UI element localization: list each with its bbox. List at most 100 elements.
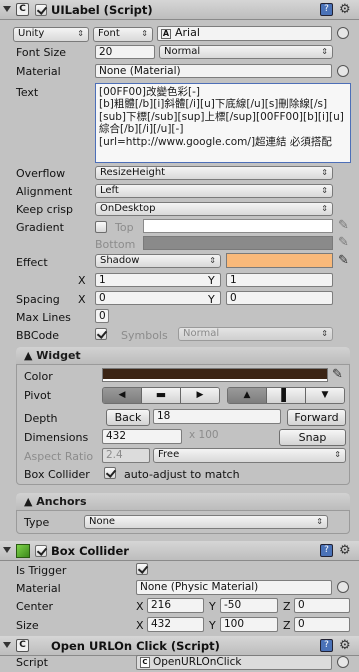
istrigger-label: Is Trigger — [16, 564, 67, 577]
openurl-header[interactable]: C Open URLOn Click (Script) ? ⚙ — [0, 636, 359, 656]
snap-button[interactable]: Snap — [279, 429, 346, 446]
material-picker-icon[interactable] — [337, 65, 349, 77]
help-book-icon[interactable]: ? — [320, 639, 333, 652]
eyedropper-icon[interactable]: ✎ — [338, 235, 349, 250]
dimensions-width-input[interactable]: 432 — [102, 429, 182, 444]
pivot-left-arrow-icon[interactable]: ◀ — [103, 388, 142, 403]
symbols-dropdown[interactable]: Normal ⇕ — [178, 327, 333, 341]
text-label: Text — [16, 86, 39, 99]
boxcollider-header[interactable]: Box Collider ? ⚙ — [0, 541, 359, 561]
font-style-dropdown[interactable]: Normal ⇕ — [159, 45, 333, 59]
overflow-dropdown[interactable]: ResizeHeight ⇕ — [95, 166, 333, 180]
depth-input[interactable]: 18 — [153, 409, 281, 424]
effect-x-label: X — [78, 274, 86, 287]
gradient-bottom-color[interactable] — [143, 236, 333, 250]
font-object-field[interactable]: A Arial — [157, 26, 332, 41]
spacing-label: Spacing — [16, 293, 60, 306]
effect-color-swatch[interactable] — [226, 253, 333, 268]
script-file-icon: C — [140, 657, 150, 668]
eyedropper-icon[interactable]: ✎ — [338, 253, 349, 268]
material-field[interactable]: None (Material) — [95, 64, 332, 78]
text-area[interactable]: [00FF00]改變色彩[-] [b]粗體[/b][i]斜體[/i][u]下底線… — [95, 83, 351, 163]
eyedropper-icon[interactable]: ✎ — [338, 218, 349, 233]
pivot-center-v-icon[interactable]: ▌ — [267, 388, 306, 403]
pivot-right-arrow-icon[interactable]: ▶ — [181, 388, 219, 403]
effect-x-input[interactable]: 1 — [95, 273, 221, 287]
eyedropper-icon[interactable]: ✎ — [332, 367, 343, 382]
depth-back-button[interactable]: Back — [106, 409, 150, 426]
size-y-input[interactable]: 100 — [220, 617, 278, 632]
gear-icon[interactable]: ⚙ — [339, 543, 351, 558]
bbcode-checkbox[interactable] — [95, 328, 107, 340]
pivot-bottom-arrow-icon[interactable]: ▼ — [306, 388, 344, 403]
effect-dropdown[interactable]: Shadow ⇕ — [95, 254, 221, 268]
font-size-input[interactable]: 20 — [95, 45, 155, 59]
center-label: Center — [16, 600, 54, 613]
uilabel-header[interactable]: C UILabel (Script) ? ⚙ — [0, 0, 359, 20]
font-type-dropdown[interactable]: Unity ⇕ — [13, 27, 89, 42]
size-z-label: Z — [283, 619, 291, 632]
script-label: Script — [16, 656, 48, 669]
foldout-arrow-icon[interactable] — [3, 547, 11, 553]
object-picker-icon[interactable] — [337, 27, 349, 39]
effect-y-label: Y — [208, 274, 215, 287]
spacing-x-input[interactable]: 0 — [95, 291, 221, 305]
gradient-bottom-label: Bottom — [95, 238, 136, 251]
physic-material-field[interactable]: None (Physic Material) — [136, 580, 332, 595]
maxlines-input[interactable]: 0 — [95, 309, 109, 323]
dimensions-height-input[interactable]: x 100 — [186, 429, 273, 444]
istrigger-checkbox[interactable] — [136, 563, 148, 575]
gear-icon[interactable]: ⚙ — [339, 638, 351, 653]
gradient-top-label: Top — [115, 221, 134, 234]
depth-label: Depth — [24, 412, 58, 425]
box-collider-checkbox[interactable] — [104, 467, 116, 479]
foldout-arrow-icon[interactable] — [3, 642, 11, 648]
pivot-center-h-icon[interactable]: ▬ — [142, 388, 181, 403]
center-z-input[interactable]: 0 — [294, 598, 350, 613]
center-x-input[interactable]: 216 — [147, 598, 204, 613]
foldout-arrow-icon[interactable] — [3, 6, 11, 12]
text-line: [sub]下標[/sub][sup]上標[/sup][00FF00][b][i]… — [99, 110, 344, 136]
center-x-label: X — [136, 600, 144, 613]
text-line: [b]粗體[/b][i]斜體[/i][u]下底線[/u][s]刪除線[/s] — [99, 98, 328, 111]
alignment-dropdown[interactable]: Left ⇕ — [95, 184, 333, 198]
help-book-icon[interactable]: ? — [320, 544, 333, 557]
size-x-input[interactable]: 432 — [147, 617, 204, 632]
material-label: Material — [16, 65, 61, 78]
widget-color-swatch[interactable] — [102, 368, 328, 382]
color-label: Color — [24, 370, 53, 383]
aspect-ratio-input[interactable]: 2.4 — [102, 448, 150, 463]
gear-icon[interactable]: ⚙ — [339, 2, 351, 17]
gradient-checkbox[interactable] — [95, 221, 107, 233]
script-field[interactable]: C OpenURLOnClick — [136, 655, 332, 670]
pivot-label: Pivot — [24, 389, 52, 402]
boxcollider-enabled-checkbox[interactable] — [35, 545, 47, 557]
box-collider-cube-icon — [16, 544, 30, 558]
anchors-section-header[interactable]: ▲ Anchors — [16, 493, 350, 511]
uilabel-title: UILabel (Script) — [51, 3, 153, 17]
pivot-horizontal-group: ◀ ▬ ▶ — [102, 387, 220, 404]
help-book-icon[interactable]: ? — [320, 3, 333, 16]
keepcrisp-dropdown[interactable]: OnDesktop ⇕ — [95, 202, 333, 216]
size-z-input[interactable]: 0 — [294, 617, 350, 632]
anchor-type-dropdown[interactable]: None ⇕ — [84, 515, 328, 529]
aspect-mode-dropdown[interactable]: Free ⇕ — [153, 448, 346, 463]
center-y-input[interactable]: -50 — [220, 598, 278, 613]
object-picker-icon[interactable] — [337, 656, 349, 668]
overflow-label: Overflow — [16, 167, 66, 180]
pivot-top-arrow-icon[interactable]: ▲ — [228, 388, 267, 403]
font-kind-dropdown[interactable]: Font ⇕ — [93, 27, 153, 42]
widget-section-header[interactable]: ▲ Widget — [16, 347, 350, 365]
box-collider-toggle-label: Box Collider — [24, 468, 90, 481]
center-z-label: Z — [283, 600, 291, 613]
pivot-vertical-group: ▲ ▌ ▼ — [227, 387, 345, 404]
spacing-y-input[interactable]: 0 — [226, 291, 333, 305]
gradient-top-color[interactable] — [143, 219, 333, 233]
font-size-label: Font Size — [16, 46, 67, 59]
depth-forward-button[interactable]: Forward — [287, 409, 346, 426]
uilabel-enabled-checkbox[interactable] — [35, 4, 47, 16]
script-component-icon: C — [16, 639, 29, 652]
effect-y-input[interactable]: 1 — [226, 273, 333, 287]
script-name: OpenURLOnClick — [153, 656, 242, 668]
object-picker-icon[interactable] — [337, 581, 349, 593]
